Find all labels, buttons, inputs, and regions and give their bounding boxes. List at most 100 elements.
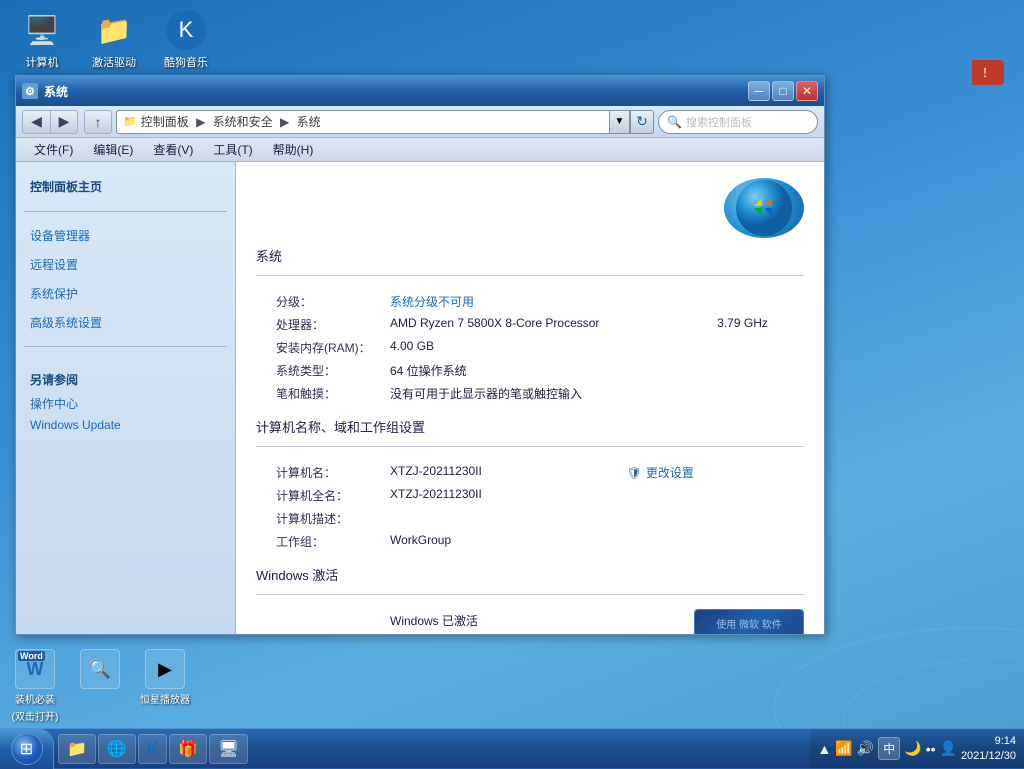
section-divider-activation — [256, 594, 804, 595]
tray-time[interactable]: 9:14 2021/12/30 — [961, 734, 1016, 763]
desktop: 🖥️ 计算机 📁 激活驱动 K 酷狗音乐 ！ ⚙ 系统 ─ □ — [0, 0, 1024, 768]
sidebar-item-device-manager[interactable]: 设备管理器 — [24, 224, 227, 247]
activation-status-value: Windows 已激活 — [386, 609, 674, 632]
badge-title: 使用 微软 软件 — [716, 616, 782, 631]
sidebar-divider-1 — [24, 211, 227, 212]
tray-moon-icon[interactable]: 🌙 — [904, 740, 921, 757]
address-field[interactable]: 📁 控制面板 ▶ 系统和安全 ▶ 系统 — [116, 110, 610, 134]
ie-app-icon: 🌐 — [107, 739, 127, 759]
computer-desc-row: 计算机描述： — [256, 507, 804, 530]
forward-button[interactable]: ▶ — [50, 110, 78, 134]
driver-icon: 📁 — [94, 10, 134, 50]
taskbar-app-ie[interactable]: 🌐 — [98, 734, 136, 764]
ram-value: 4.00 GB — [386, 336, 677, 359]
driver-icon-label: 激活驱动 — [92, 54, 136, 70]
word-label: 装机必装 — [15, 691, 55, 706]
breadcrumb-sep2: ▶ — [280, 115, 289, 129]
close-button[interactable]: ✕ — [796, 81, 818, 101]
taskbar-app-folder[interactable]: 📁 — [58, 734, 96, 764]
menu-edit[interactable]: 编辑(E) — [83, 139, 143, 160]
desktop-icon-computer[interactable]: 🖥️ 计算机 — [10, 10, 74, 70]
badge-middle: ★ 正版授权 — [708, 633, 790, 634]
desktop-icon-driver[interactable]: 📁 激活驱动 — [82, 10, 146, 70]
maximize-button[interactable]: □ — [772, 81, 794, 101]
product-id-row: 产品 ID： 00426-OEM-8992662-00173 — [256, 632, 674, 634]
music-icon-label: 酷狗音乐 — [164, 54, 208, 70]
sidebar-item-advanced[interactable]: 高级系统设置 — [24, 311, 227, 334]
workgroup-row: 工作组： WorkGroup — [256, 530, 804, 553]
word-icon-symbol: W — [27, 659, 44, 680]
taskbar-app-screen[interactable]: 🖥 — [209, 734, 247, 764]
processor-row: 处理器： AMD Ryzen 7 5800X 8-Core Processor … — [256, 313, 804, 336]
sidebar: 控制面板主页 设备管理器 远程设置 系统保护 高级系统设置 另请参阅 操作中心 … — [16, 162, 236, 634]
processor-freq: 3.79 GHz — [677, 313, 804, 336]
sidebar-home-link[interactable]: 控制面板主页 — [24, 174, 227, 199]
computer-fullname-label: 计算机全名： — [256, 484, 386, 507]
rating-row: 分级： 系统分级不可用 — [256, 290, 804, 313]
sidebar-item-remote[interactable]: 远程设置 — [24, 253, 227, 276]
player-icon-symbol: ▶ — [158, 659, 172, 680]
media-icon: 🔍 — [80, 649, 120, 689]
tray-arrow[interactable]: ▲ — [818, 741, 832, 757]
computer-name-row: 计算机名： XTZJ-20211230II 🛡 更改设置 — [256, 461, 804, 484]
activation-area: Windows 已激活 产品 ID： 00426-OEM-8992662-001… — [256, 609, 804, 634]
tray-dots-icon[interactable]: •• — [926, 741, 936, 757]
minimize-button[interactable]: ─ — [748, 81, 770, 101]
shortcut-player[interactable]: ▶ 恒星播放器 — [135, 649, 195, 723]
tray-language[interactable]: 中 — [878, 737, 900, 760]
tray-user-icon[interactable]: 👤 — [940, 740, 957, 757]
breadcrumb-part2[interactable]: 系统和安全 — [213, 115, 273, 129]
os-type-label: 系统类型： — [256, 359, 386, 382]
refresh-button[interactable]: ↻ — [630, 110, 654, 134]
kugou-app-icon: K — [147, 740, 159, 758]
tray-network-icon[interactable]: 📶 — [835, 740, 852, 757]
back-button[interactable]: ◀ — [22, 110, 50, 134]
tray-volume-icon[interactable]: 🔊 — [857, 740, 874, 757]
pen-value: 没有可用于此显示器的笔或触控输入 — [386, 382, 677, 405]
sidebar-windows-update[interactable]: Windows Update — [24, 415, 227, 435]
address-dropdown[interactable]: ▼ — [610, 110, 630, 134]
menu-view[interactable]: 查看(V) — [143, 139, 203, 160]
computer-fullname-row: 计算机全名： XTZJ-20211230II — [256, 484, 804, 507]
badge-main: 正版授权 — [726, 633, 790, 634]
sidebar-also-see-title: 另请参阅 — [24, 367, 227, 392]
breadcrumb-part1[interactable]: 控制面板 — [141, 115, 189, 129]
desktop-icon-music[interactable]: K 酷狗音乐 — [154, 10, 218, 70]
taskbar-app-gift[interactable]: 🎁 — [169, 734, 207, 764]
change-settings-button[interactable]: 🛡 更改设置 — [627, 464, 800, 481]
breadcrumb-part3[interactable]: 系统 — [297, 115, 321, 129]
activation-status-row: Windows 已激活 — [256, 609, 674, 632]
start-button[interactable]: ⊞ — [0, 729, 54, 769]
music-icon: K — [166, 10, 206, 50]
section-computer-header: 计算机名称、域和工作组设置 — [256, 417, 804, 436]
taskbar-app-kugou[interactable]: K — [138, 734, 168, 764]
menu-help[interactable]: 帮助(H) — [263, 139, 324, 160]
shortcut-media[interactable]: 🔍 — [70, 649, 130, 723]
processor-label: 处理器： — [256, 313, 386, 336]
computer-icon: 🖥️ — [22, 10, 62, 50]
search-field[interactable]: 🔍 搜索控制面板 — [658, 110, 818, 134]
search-placeholder: 搜索控制面板 — [686, 114, 752, 130]
window-icon: ⚙ — [22, 83, 38, 99]
menu-file[interactable]: 文件(F) — [24, 139, 83, 160]
shortcut-word[interactable]: Word W 装机必装 (双击打开) — [5, 649, 65, 723]
taskbar-tray: ▲ 📶 🔊 中 🌙 •• 👤 9:14 2021/12/30 — [810, 729, 1024, 768]
address-bar: ◀ ▶ ↑ 📁 控制面板 ▶ 系统和安全 ▶ 系统 ▼ ↻ — [16, 106, 824, 138]
tray-time-value: 9:14 — [961, 734, 1016, 748]
sidebar-action-center[interactable]: 操作中心 — [24, 392, 227, 415]
ram-label: 安装内存(RAM)： — [256, 336, 386, 359]
player-icon: ▶ — [145, 649, 185, 689]
notification-bar: ！ — [972, 60, 1004, 85]
section-activation-header: Windows 激活 — [256, 565, 804, 584]
computer-desc-label: 计算机描述： — [256, 507, 386, 530]
activation-badge: 使用 微软 软件 ★ 正版授权 安全 稳定 声誉 — [694, 609, 804, 634]
notification-text: ！ — [982, 66, 994, 80]
processor-value: AMD Ryzen 7 5800X 8-Core Processor — [386, 313, 677, 336]
up-button[interactable]: ↑ — [84, 110, 112, 134]
main-content: 控制面板主页 设备管理器 远程设置 系统保护 高级系统设置 另请参阅 操作中心 … — [16, 162, 824, 634]
system-info-table: 分级： 系统分级不可用 处理器： AMD Ryzen 7 5800X 8-Cor… — [256, 290, 804, 405]
rating-value-link[interactable]: 系统分级不可用 — [390, 295, 474, 309]
sidebar-item-system-protection[interactable]: 系统保护 — [24, 282, 227, 305]
title-controls: ─ □ ✕ — [748, 81, 818, 101]
menu-tools[interactable]: 工具(T) — [203, 139, 262, 160]
